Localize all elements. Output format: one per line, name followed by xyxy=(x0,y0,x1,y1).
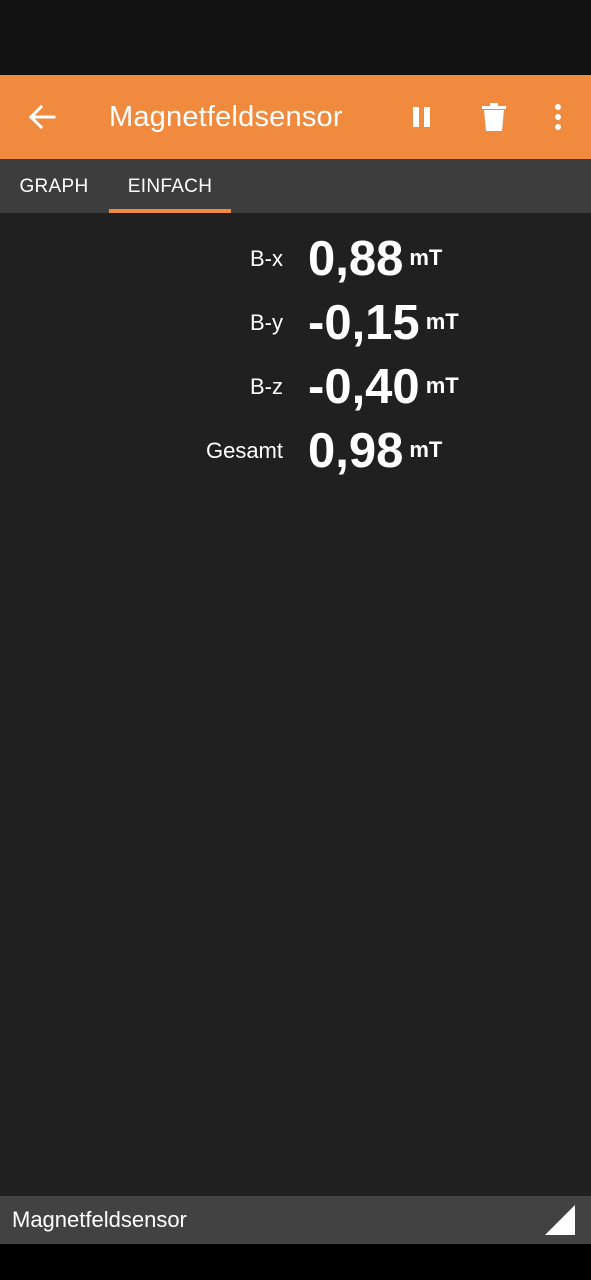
reading-value-total: 0,98 mT xyxy=(308,419,442,483)
bottom-bar[interactable]: Magnetfeldsensor xyxy=(0,1196,591,1244)
reading-value: 0,98 xyxy=(308,424,404,478)
readings-panel: B-x 0,88 mT B-y -0,15 mT B-z -0,40 mT Gesam… xyxy=(0,213,591,1196)
tab-bar: GRAPH EINFACH xyxy=(0,159,591,213)
app-title: Magnetfeldsensor xyxy=(109,101,343,133)
app-bar: Magnetfeldsensor xyxy=(0,75,591,159)
reading-row-bx: B-x 0,88 mT xyxy=(0,227,591,291)
trash-icon xyxy=(482,103,506,131)
reading-label: B-z xyxy=(250,374,283,399)
reading-row-total: Gesamt 0,98 mT xyxy=(0,419,591,483)
back-button[interactable] xyxy=(20,95,64,139)
reading-value-bz: -0,40 mT xyxy=(308,355,459,419)
reading-unit: mT xyxy=(409,437,443,462)
reading-row-bz: B-z -0,40 mT xyxy=(0,355,591,419)
more-vertical-icon xyxy=(555,104,561,130)
reading-value-bx: 0,88 mT xyxy=(308,227,442,291)
pause-button[interactable] xyxy=(400,95,444,139)
delete-button[interactable] xyxy=(472,95,516,139)
reading-unit: mT xyxy=(409,245,443,270)
tab-graph[interactable]: GRAPH xyxy=(0,159,108,213)
tab-einfach[interactable]: EINFACH xyxy=(109,159,231,213)
system-navigation-bar xyxy=(0,1244,591,1280)
bottom-bar-label: Magnetfeldsensor xyxy=(12,1207,187,1232)
reading-value-by: -0,15 mT xyxy=(308,291,459,355)
reading-unit: mT xyxy=(425,373,459,398)
reading-row-by: B-y -0,15 mT xyxy=(0,291,591,355)
arrow-left-icon xyxy=(28,105,56,129)
reading-value: 0,88 xyxy=(308,232,404,286)
pause-icon xyxy=(413,107,430,127)
resize-corner-icon[interactable] xyxy=(544,1204,576,1236)
status-bar xyxy=(0,0,591,75)
reading-label: B-x xyxy=(250,246,283,271)
reading-value: -0,40 xyxy=(308,360,420,414)
reading-label: B-y xyxy=(250,310,283,335)
reading-value: -0,15 xyxy=(308,296,420,350)
reading-unit: mT xyxy=(425,309,459,334)
reading-label: Gesamt xyxy=(205,438,283,463)
overflow-menu-button[interactable] xyxy=(536,95,580,139)
